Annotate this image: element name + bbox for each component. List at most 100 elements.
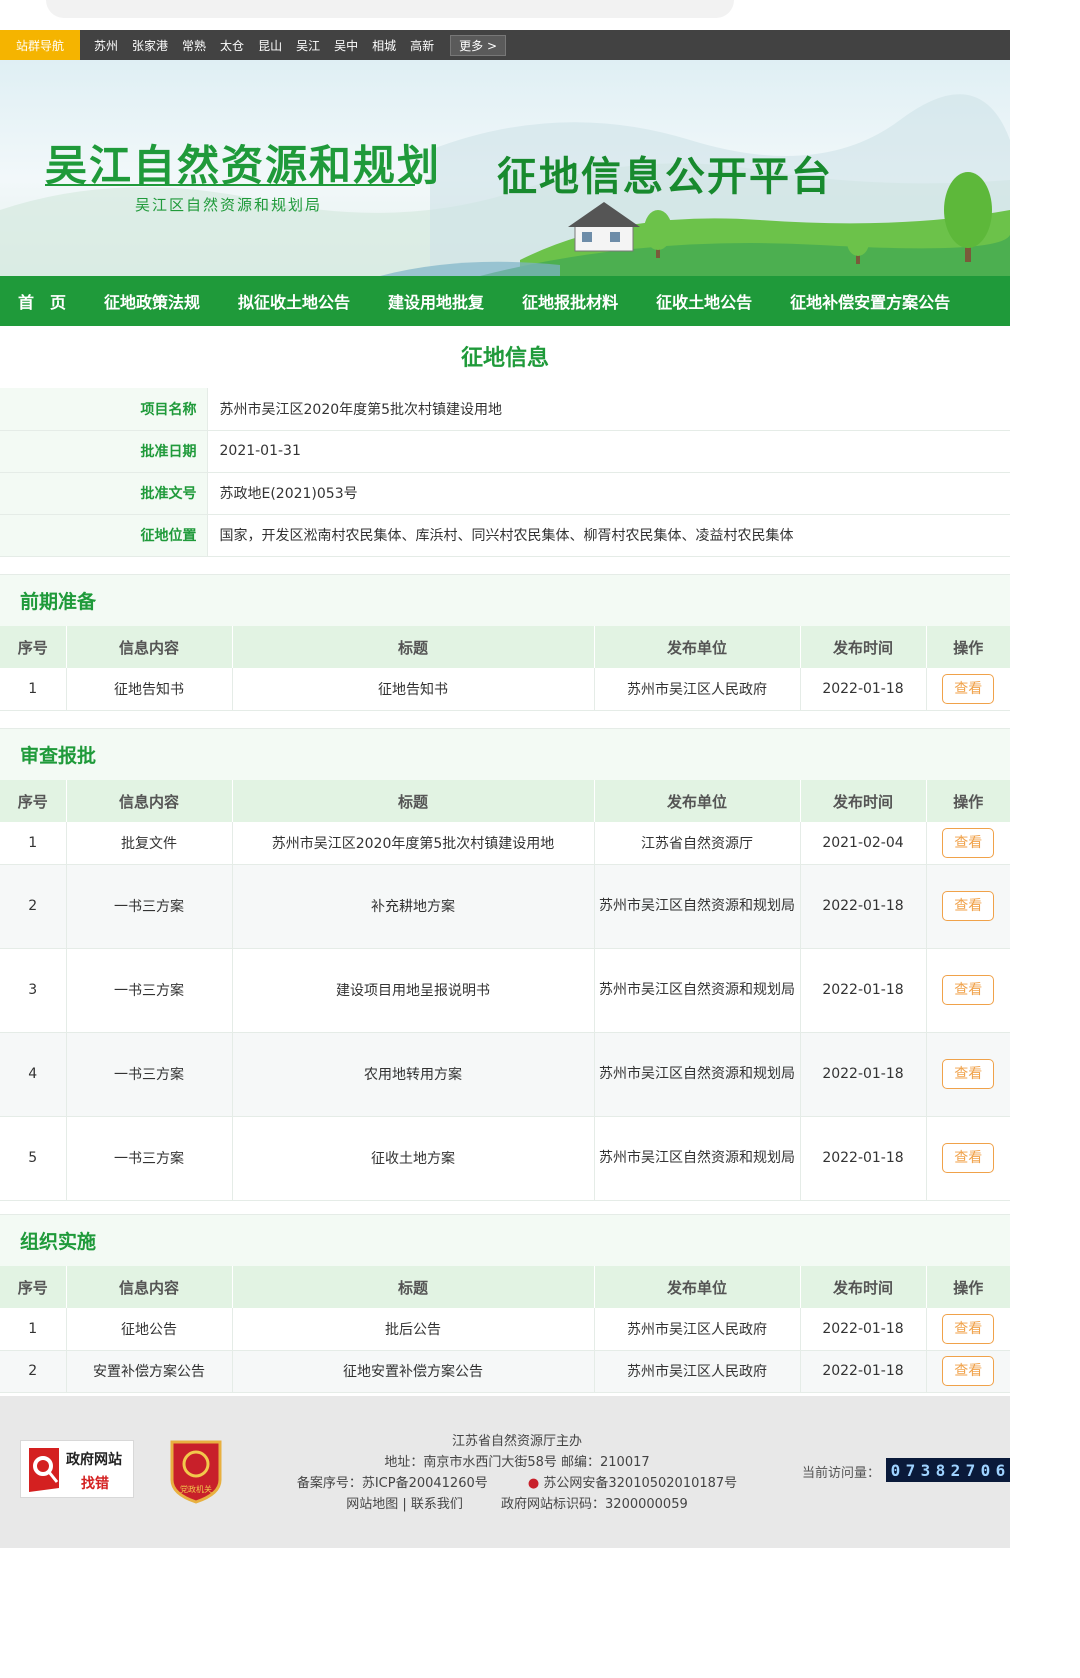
footer-icp[interactable]: 备案序号：苏ICP备20041260号 xyxy=(297,1476,488,1491)
cell-content: 一书三方案 xyxy=(66,1116,233,1201)
section-title: 组织实施 xyxy=(0,1214,1010,1266)
info-row: 项目名称 苏州市吴江区2020年度第5批次村镇建设用地 xyxy=(0,388,1010,431)
cell-no: 5 xyxy=(0,1116,67,1201)
footer-links[interactable]: 网站地图 | 联系我们 xyxy=(346,1497,463,1512)
cell-no: 2 xyxy=(0,1350,67,1393)
section-review-approval: 审查报批 序号 信息内容 标题 发布单位 发布时间 操作 1 批复文件 苏州市吴… xyxy=(0,728,1010,1201)
cell-title: 批后公告 xyxy=(232,1308,595,1351)
cell-no: 3 xyxy=(0,948,67,1033)
view-button[interactable]: 查看 xyxy=(942,891,995,921)
site-nav-city-zhangjiagang[interactable]: 张家港 xyxy=(132,37,168,54)
nav-home[interactable]: 首 页 xyxy=(18,289,66,313)
browser-bar-remnant xyxy=(46,0,734,18)
party-government-badge-icon[interactable]: 党政机关 xyxy=(168,1436,224,1504)
cell-no: 1 xyxy=(0,1308,67,1351)
info-row: 批准文号 苏政地E(2021)053号 xyxy=(0,472,1010,515)
view-button[interactable]: 查看 xyxy=(942,1313,995,1344)
table-header-row: 序号 信息内容 标题 发布单位 发布时间 操作 xyxy=(0,780,1010,822)
table-header-row: 序号 信息内容 标题 发布单位 发布时间 操作 xyxy=(0,1266,1010,1308)
cell-title: 建设项目用地呈报说明书 xyxy=(232,948,595,1033)
col-header-title: 标题 xyxy=(232,780,595,822)
nav-acquisition-notice[interactable]: 征收土地公告 xyxy=(656,289,752,313)
info-row: 批准日期 2021-01-31 xyxy=(0,430,1010,473)
info-value: 苏政地E(2021)053号 xyxy=(207,472,1010,515)
footer-record: 备案序号：苏ICP备20041260号 ● 苏公网安备3201050201018… xyxy=(237,1472,797,1491)
view-button[interactable]: 查看 xyxy=(942,1059,995,1089)
col-header-no: 序号 xyxy=(0,626,67,668)
col-header-date: 发布时间 xyxy=(800,626,927,668)
visit-counter-label: 当前访问量： xyxy=(802,1466,881,1481)
table-row: 1 征地公告 批后公告 苏州市吴江区人民政府 2022-01-18 查看 xyxy=(0,1308,1010,1351)
info-row: 征地位置 国家，开发区淞南村农民集体、库浜村、同兴村农民集体、柳胥村农民集体、凌… xyxy=(0,514,1010,557)
site-nav-city-wuzhong[interactable]: 吴中 xyxy=(334,37,358,54)
party-badge-text: 党政机关 xyxy=(180,1484,212,1494)
cell-title: 征收土地方案 xyxy=(232,1116,595,1201)
view-button[interactable]: 查看 xyxy=(942,975,995,1005)
magnifier-icon xyxy=(29,1448,59,1492)
preparation-table: 序号 信息内容 标题 发布单位 发布时间 操作 1 征地告知书 征地告知书 苏州… xyxy=(0,626,1010,711)
gov-badge-line1: 政府网站 xyxy=(66,1452,122,1468)
view-button[interactable]: 查看 xyxy=(942,1356,995,1386)
gov-badge-line2: 找错 xyxy=(81,1476,109,1492)
site-nav-city-gaoxin[interactable]: 高新 xyxy=(410,37,434,54)
info-key: 项目名称 xyxy=(0,388,208,431)
cell-date: 2022-01-18 xyxy=(800,948,927,1033)
site-nav-city-suzhou[interactable]: 苏州 xyxy=(94,37,118,54)
section-preparation: 前期准备 序号 信息内容 标题 发布单位 发布时间 操作 1 征地告知书 征地告… xyxy=(0,574,1010,711)
info-key: 批准日期 xyxy=(0,430,208,473)
col-header-no: 序号 xyxy=(0,1266,67,1308)
site-nav-more-button[interactable]: 更多 > xyxy=(450,34,507,56)
info-value: 苏州市吴江区2020年度第5批次村镇建设用地 xyxy=(207,388,1010,431)
info-key: 批准文号 xyxy=(0,472,208,515)
col-header-unit: 发布单位 xyxy=(594,780,801,822)
visit-counter-digit: 0 xyxy=(980,1460,991,1480)
view-button[interactable]: 查看 xyxy=(942,827,995,858)
cell-no: 1 xyxy=(0,668,67,711)
view-button[interactable]: 查看 xyxy=(942,673,995,704)
footer-host: 江苏省自然资源厅主办 xyxy=(451,1434,582,1449)
table-row: 2 一书三方案 补充耕地方案 苏州市吴江区自然资源和规划局 2022-01-18… xyxy=(0,864,1010,949)
nav-policy[interactable]: 征地政策法规 xyxy=(104,289,200,313)
table-row: 1 批复文件 苏州市吴江区2020年度第5批次村镇建设用地 江苏省自然资源厅 2… xyxy=(0,822,1010,865)
gov-site-error-report-badge[interactable]: 政府网站 找错 xyxy=(20,1440,134,1498)
cell-content: 一书三方案 xyxy=(66,864,233,949)
cell-title: 征地安置补偿方案公告 xyxy=(232,1350,595,1393)
table-row: 5 一书三方案 征收土地方案 苏州市吴江区自然资源和规划局 2022-01-18… xyxy=(0,1116,1010,1201)
cell-action: 查看 xyxy=(926,1116,1010,1201)
nav-land-approval[interactable]: 建设用地批复 xyxy=(388,289,484,313)
section-title: 审查报批 xyxy=(0,728,1010,780)
visit-counter-digit: 0 xyxy=(890,1460,901,1480)
footer: 政府网站 找错 党政机关 江苏省自然资源厅主办 地址：南京市水西门大街58号 邮… xyxy=(0,1396,1010,1548)
cell-no: 1 xyxy=(0,822,67,865)
visit-counter-digit: 2 xyxy=(950,1460,961,1480)
cell-date: 2022-01-18 xyxy=(800,1350,927,1393)
site-nav-city-xiangcheng[interactable]: 相城 xyxy=(372,37,396,54)
nav-compensation-notice[interactable]: 征地补偿安置方案公告 xyxy=(790,289,950,313)
table-row: 4 一书三方案 农用地转用方案 苏州市吴江区自然资源和规划局 2022-01-1… xyxy=(0,1032,1010,1117)
nav-approval-materials[interactable]: 征地报批材料 xyxy=(522,289,618,313)
site-group-nav: 站群导航 苏州 张家港 常熟 太仓 昆山 吴江 吴中 相城 高新 更多 > xyxy=(0,30,1010,60)
nav-proposed-acquisition[interactable]: 拟征收土地公告 xyxy=(238,289,350,313)
col-header-action: 操作 xyxy=(926,780,1010,822)
cell-title: 农用地转用方案 xyxy=(232,1032,595,1117)
site-nav-city-changshu[interactable]: 常熟 xyxy=(182,37,206,54)
cell-date: 2022-01-18 xyxy=(800,1116,927,1201)
site-nav-city-taicang[interactable]: 太仓 xyxy=(220,37,244,54)
cell-title: 补充耕地方案 xyxy=(232,864,595,949)
cell-unit: 苏州市吴江区人民政府 xyxy=(594,1308,801,1351)
view-button[interactable]: 查看 xyxy=(942,1143,995,1173)
cell-action: 查看 xyxy=(926,864,1010,949)
cell-content: 征地告知书 xyxy=(66,668,233,711)
col-header-unit: 发布单位 xyxy=(594,626,801,668)
cell-action: 查看 xyxy=(926,948,1010,1033)
col-header-action: 操作 xyxy=(926,626,1010,668)
site-nav-city-kunshan[interactable]: 昆山 xyxy=(258,37,282,54)
cell-date: 2022-01-18 xyxy=(800,1308,927,1351)
site-nav-city-wujiang[interactable]: 吴江 xyxy=(296,37,320,54)
info-key: 征地位置 xyxy=(0,514,208,557)
cell-content: 一书三方案 xyxy=(66,948,233,1033)
info-value: 2021-01-31 xyxy=(207,430,1010,473)
visit-counter-digit: 8 xyxy=(935,1460,946,1480)
footer-links-row: 网站地图 | 联系我们 政府网站标识码：3200000059 xyxy=(237,1493,797,1512)
footer-police-record[interactable]: 苏公网安备32010502010187号 xyxy=(543,1476,737,1491)
